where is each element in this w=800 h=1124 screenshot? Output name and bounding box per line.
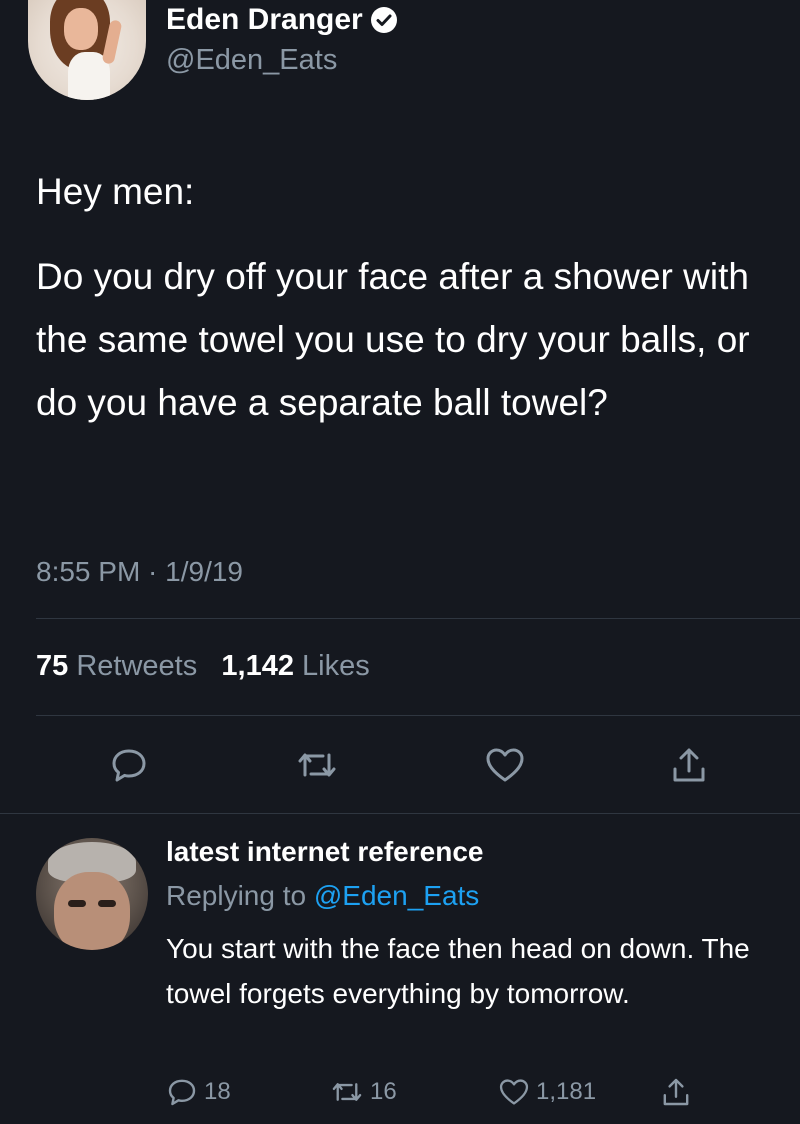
section-divider — [0, 813, 800, 814]
reply-icon — [168, 1079, 196, 1106]
retweet-button[interactable] — [292, 740, 342, 790]
retweets-count: 75 — [36, 650, 69, 682]
tweet-timestamp[interactable]: 8:55 PM · 1/9/19 — [36, 556, 243, 588]
like-button[interactable] — [480, 740, 530, 790]
like-count: 1,181 — [536, 1078, 597, 1105]
reply-reply-button[interactable]: 18 — [166, 1074, 231, 1110]
verified-badge-icon — [370, 7, 397, 33]
author-avatar[interactable] — [28, 0, 146, 100]
reply-button[interactable] — [104, 740, 154, 790]
author-name[interactable]: Eden Dranger — [166, 3, 363, 37]
likes-count: 1,142 — [221, 650, 294, 682]
reply-share-button[interactable] — [660, 1074, 692, 1110]
author-handle[interactable]: @Eden_Eats — [166, 44, 337, 77]
author-name-row[interactable]: Eden Dranger — [166, 3, 397, 37]
reply-author-avatar[interactable] — [36, 838, 148, 950]
likes-label: Likes — [302, 650, 370, 682]
retweet-icon — [332, 1083, 362, 1101]
share-icon — [673, 748, 705, 782]
share-icon — [663, 1078, 689, 1106]
retweets-stat[interactable]: 75 Retweets — [36, 650, 197, 682]
divider — [36, 715, 800, 716]
like-icon — [499, 1079, 529, 1105]
reply-count: 18 — [204, 1078, 231, 1105]
tweet-action-bar — [0, 740, 800, 800]
tweet-text-line-1: Hey men: — [36, 171, 195, 212]
reply-author-name[interactable]: latest internet reference — [166, 836, 483, 868]
replying-to-prefix: Replying to — [166, 880, 307, 911]
tweet-body: Hey men: Do you dry off your face after … — [36, 160, 776, 434]
reply-body: You start with the face then head on dow… — [166, 933, 750, 1009]
reply-icon — [112, 749, 146, 782]
likes-stat[interactable]: 1,142 Likes — [221, 650, 369, 682]
reply-action-bar: 18 16 1,181 — [0, 1074, 800, 1114]
like-icon — [486, 748, 524, 782]
replying-to-mention[interactable]: @Eden_Eats — [314, 880, 479, 911]
retweets-label: Retweets — [76, 650, 198, 682]
reply-retweet-button[interactable]: 16 — [330, 1074, 397, 1110]
tweet-stats: 75 Retweets 1,142 Likes — [36, 650, 370, 683]
share-button[interactable] — [664, 740, 714, 790]
tweet-detail-screen: Eden Dranger @Eden_Eats Hey men: Do you … — [0, 0, 800, 1124]
tweet-text-line-2: Do you dry off your face after a shower … — [36, 256, 750, 423]
retweet-count: 16 — [370, 1078, 397, 1105]
replying-to: Replying to @Eden_Eats — [166, 880, 479, 912]
reply-like-button[interactable]: 1,181 — [498, 1074, 596, 1110]
divider — [36, 618, 800, 619]
retweet-icon — [298, 753, 336, 777]
